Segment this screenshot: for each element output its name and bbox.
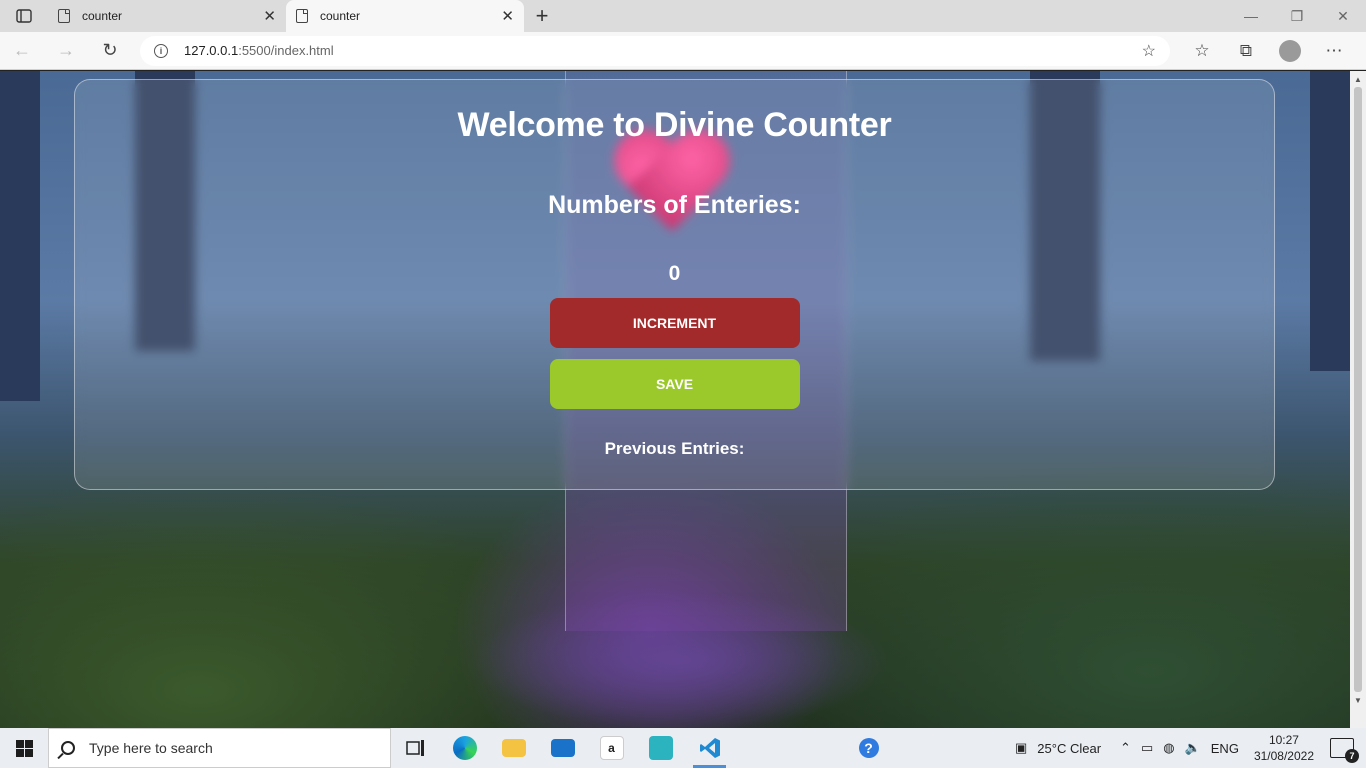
scroll-up-icon[interactable]: ▲ xyxy=(1350,71,1366,87)
language-indicator[interactable]: ENG xyxy=(1211,741,1239,756)
scroll-thumb[interactable] xyxy=(1354,87,1362,692)
help-app-button[interactable]: ? xyxy=(844,728,893,768)
new-tab-button[interactable]: + xyxy=(524,0,560,32)
help-icon: ? xyxy=(858,738,879,758)
back-icon[interactable]: ← xyxy=(0,32,44,70)
start-button[interactable] xyxy=(0,728,48,768)
add-favorite-icon[interactable]: ☆ xyxy=(1142,41,1156,61)
entries-heading: Numbers of Enteries: xyxy=(548,191,801,219)
edge-icon xyxy=(452,736,477,760)
url-host: 127.0.0.1 xyxy=(184,43,239,58)
browser-tab-2[interactable]: counter ✕ xyxy=(286,0,524,32)
previous-entries-label: Previous Entries: xyxy=(604,439,745,458)
app-button[interactable] xyxy=(636,728,685,768)
counter-card: Welcome to Divine Counter Numbers of Ent… xyxy=(74,79,1275,490)
system-tray: ▣ 25°C Clear ⌃ ▭ ◍ 🔈 ENG 10:27 31/08/202… xyxy=(1010,728,1366,768)
file-explorer-button[interactable] xyxy=(489,728,538,768)
search-placeholder: Type here to search xyxy=(89,740,213,756)
weather-icon[interactable]: ▣ xyxy=(1015,740,1027,756)
background-tree xyxy=(1310,71,1350,371)
edge-app-button[interactable] xyxy=(440,728,489,768)
battery-icon[interactable]: ▭ xyxy=(1141,740,1153,756)
folder-icon xyxy=(501,739,526,757)
close-tab-icon[interactable]: ✕ xyxy=(263,7,276,25)
tab-actions-button[interactable] xyxy=(0,0,48,32)
close-tab-icon[interactable]: ✕ xyxy=(501,7,514,25)
minimize-icon[interactable]: — xyxy=(1228,0,1274,32)
background-tree xyxy=(0,71,40,401)
tab-title: counter xyxy=(82,9,123,23)
favorites-icon[interactable]: ☆ xyxy=(1180,40,1224,62)
increment-button[interactable]: INCREMENT xyxy=(549,298,800,348)
notification-count: 7 xyxy=(1345,749,1359,763)
refresh-icon[interactable]: ↻ xyxy=(88,32,132,70)
address-bar[interactable]: i 127.0.0.1:5500/index.html ☆ xyxy=(140,35,1170,66)
amazon-app-button[interactable]: a xyxy=(587,728,636,768)
clock-date: 31/08/2022 xyxy=(1253,749,1314,763)
windows-logo-icon xyxy=(15,739,33,757)
browser-tab-1[interactable]: counter ✕ xyxy=(48,0,286,32)
weather-text[interactable]: 25°C Clear xyxy=(1037,741,1101,756)
tab-bar: counter ✕ counter ✕ + — ❐ ✕ xyxy=(0,0,1366,32)
chevron-up-icon[interactable]: ⌃ xyxy=(1120,740,1131,756)
document-icon xyxy=(58,9,70,23)
mail-icon xyxy=(550,739,575,757)
task-view-button[interactable] xyxy=(391,728,440,768)
notifications-icon[interactable]: 7 xyxy=(1330,738,1359,763)
restore-icon[interactable]: ❐ xyxy=(1274,0,1320,32)
document-icon xyxy=(296,9,308,23)
browser-toolbar: ← → ↻ i 127.0.0.1:5500/index.html ☆ ☆ ⧉ … xyxy=(0,32,1366,70)
vscode-icon xyxy=(699,738,720,758)
taskbar-search-box[interactable]: Type here to search xyxy=(48,728,391,768)
tab-actions-icon xyxy=(16,9,32,23)
windows-taskbar: Type here to search a ? ▣ 25°C Clear ⌃ ▭… xyxy=(0,728,1366,768)
url-path: :5500/index.html xyxy=(238,43,334,58)
close-window-icon[interactable]: ✕ xyxy=(1320,0,1366,32)
tab-title: counter xyxy=(320,9,361,23)
profile-button[interactable] xyxy=(1268,39,1312,62)
amazon-icon: a xyxy=(599,736,624,760)
page-title: Welcome to Divine Counter xyxy=(457,106,892,144)
app-icon xyxy=(648,736,673,760)
clock[interactable]: 10:27 31/08/2022 xyxy=(1254,732,1314,764)
collections-icon[interactable]: ⧉ xyxy=(1224,40,1268,62)
clock-time: 10:27 xyxy=(1268,733,1299,747)
count-value: 0 xyxy=(668,262,681,285)
vscode-app-button[interactable] xyxy=(685,728,734,768)
task-view-icon xyxy=(405,740,424,756)
scroll-down-icon[interactable]: ▼ xyxy=(1350,692,1366,708)
more-menu-icon[interactable]: ⋯ xyxy=(1312,40,1356,62)
network-icon[interactable]: ◍ xyxy=(1163,740,1174,756)
save-button[interactable]: SAVE xyxy=(549,359,800,409)
page-viewport: Welcome to Divine Counter Numbers of Ent… xyxy=(0,71,1350,728)
search-icon xyxy=(61,741,75,755)
mail-app-button[interactable] xyxy=(538,728,587,768)
avatar xyxy=(1279,39,1301,62)
site-info-icon[interactable]: i xyxy=(154,43,168,58)
forward-icon[interactable]: → xyxy=(44,32,88,70)
page-scrollbar[interactable]: ▲ ▼ xyxy=(1350,71,1366,728)
volume-icon[interactable]: 🔈 xyxy=(1185,740,1201,756)
